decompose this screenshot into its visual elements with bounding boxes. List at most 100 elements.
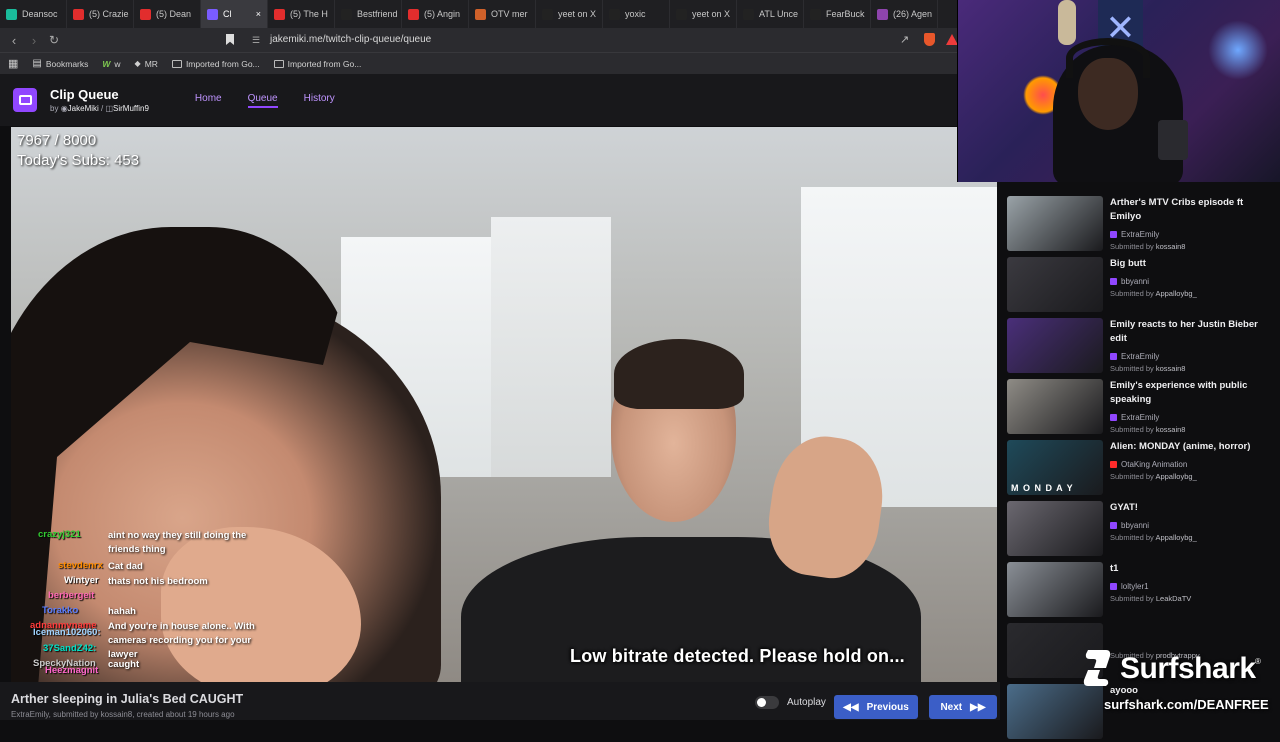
twitch-icon	[1110, 278, 1117, 285]
chat-username[interactable]: Heezmagnit	[45, 665, 98, 676]
streamer-webcam: ✕	[957, 0, 1280, 182]
browser-tab[interactable]: FearBuck	[804, 0, 871, 28]
apps-grid-icon[interactable]: ▦	[8, 57, 18, 70]
bookmark-mr[interactable]: ◆ MR	[135, 59, 158, 69]
queue-item[interactable]: Big butt bbyanni Submitted by Appalloybg_	[1007, 257, 1277, 315]
current-clip-title: Arther sleeping in Julia's Bed CAUGHT	[11, 692, 244, 706]
tab-close-icon[interactable]: ×	[256, 9, 261, 19]
queue-item[interactable]: Emily's experience with public speaking E…	[1007, 379, 1277, 437]
queue-item-submitter: Submitted by kossain8	[1110, 425, 1185, 434]
queue-item-title: GYAT!	[1110, 502, 1138, 513]
previous-button[interactable]: ◀◀ Previous	[834, 695, 918, 719]
twitch-icon	[1110, 583, 1117, 590]
author-jakemiki[interactable]: JakeMiki	[68, 104, 99, 113]
folder-icon	[273, 59, 284, 68]
tv-glyph-icon	[18, 95, 32, 105]
queue-item-title: ayooo	[1110, 685, 1138, 696]
reload-icon[interactable]: ↻	[44, 33, 64, 47]
browser-tab[interactable]: OTV mer	[469, 0, 536, 28]
browser-tab[interactable]: Deansoc	[0, 0, 67, 28]
queue-item[interactable]: Emily reacts to her Justin Bieber edit Ex…	[1007, 318, 1277, 376]
queue-thumbnail[interactable]	[1007, 684, 1103, 739]
site-settings-icon[interactable]: ☰	[252, 35, 260, 46]
browser-tab[interactable]: (5) Angin	[402, 0, 469, 28]
app-header: Clip Queue by ◉JakeMiki / ◫SirMuffin9 Ho…	[0, 74, 1000, 126]
chat-username[interactable]: Wintyer	[64, 575, 99, 586]
queue-thumbnail[interactable]	[1007, 257, 1103, 312]
chat-username[interactable]: 37SandZ42:	[43, 643, 96, 654]
tab-label: yeet on X	[692, 9, 731, 19]
current-clip-meta: ExtraEmily, submitted by kossain8, creat…	[11, 710, 235, 719]
nav-history[interactable]: History	[304, 93, 335, 108]
queue-item-submitter: Submitted by Appalloybg_	[1110, 472, 1197, 481]
chat-username[interactable]: stevdenrx	[58, 560, 103, 571]
github-icon: ◉	[60, 104, 68, 113]
neon-light-blue	[1208, 20, 1268, 80]
window-center	[491, 217, 611, 477]
queue-item-submitter: Submitted by kossain8	[1110, 242, 1185, 251]
queue-thumbnail[interactable]	[1007, 196, 1103, 251]
tab-favicon-icon	[73, 8, 84, 20]
queue-item-title: Alien: MONDAY (anime, horror)	[1110, 441, 1251, 452]
browser-tab[interactable]: (26) Agen	[871, 0, 938, 28]
bookmark-w[interactable]: Ww	[102, 59, 120, 69]
queue-thumbnail[interactable]	[1007, 501, 1103, 556]
forward-icon[interactable]: ›	[24, 33, 44, 48]
queue-thumbnail[interactable]: M O N D A Y	[1007, 440, 1103, 495]
queue-item[interactable]: ayooo	[1007, 684, 1277, 742]
submitter-name: kossain8	[1155, 364, 1186, 373]
chat-username[interactable]: Torakko	[42, 605, 78, 616]
submitted-by-label: Submitted by	[1110, 289, 1154, 298]
back-icon[interactable]: ‹	[4, 33, 24, 48]
author-sirmuffin[interactable]: SirMuffin9	[113, 104, 149, 113]
tab-favicon-icon	[542, 8, 553, 20]
share-icon[interactable]: ↗	[900, 33, 909, 46]
chat-username[interactable]: Iceman102060:	[33, 627, 101, 638]
browser-tab[interactable]: yeet on X	[670, 0, 737, 28]
bookmark-icon[interactable]	[226, 34, 234, 45]
autoplay-toggle[interactable]	[755, 696, 779, 709]
chat-username[interactable]: crazyj321	[38, 529, 81, 540]
twitch-icon	[1110, 353, 1117, 360]
tab-label: (26) Agen	[893, 9, 933, 19]
browser-tab[interactable]: (5) The H	[268, 0, 335, 28]
clip-queue-logo-icon[interactable]	[13, 88, 37, 112]
nav-home[interactable]: Home	[195, 93, 222, 108]
tab-favicon-icon	[408, 8, 419, 20]
browser-tab[interactable]: (5) Crazie	[67, 0, 134, 28]
tab-label: Bestfriend	[357, 9, 398, 19]
brave-shield-icon[interactable]	[924, 33, 935, 46]
submitted-by-label: Submitted by	[1110, 242, 1154, 251]
chat-message: And you're in house alone.. With cameras…	[108, 621, 255, 660]
queue-item[interactable]: t1 loltyler1 Submitted by LeakDaTV	[1007, 562, 1277, 620]
bookmark-imported-2[interactable]: Imported from Go...	[273, 59, 361, 69]
browser-tab[interactable]: (5) Dean	[134, 0, 201, 28]
browser-tab[interactable]: Bestfriend	[335, 0, 402, 28]
submitted-by-label: Submitted by	[1110, 472, 1154, 481]
queue-item[interactable]: M O N D A Y Alien: MONDAY (anime, horror)…	[1007, 440, 1277, 498]
tab-favicon-icon	[6, 8, 17, 20]
browser-tab[interactable]: Cl ×	[201, 0, 268, 28]
queue-thumbnail[interactable]	[1007, 318, 1103, 373]
chat-username[interactable]: berbergeit	[48, 590, 94, 601]
bookmark-imported-1[interactable]: Imported from Go...	[171, 59, 260, 69]
surfshark-name: Surfshark	[1120, 652, 1256, 685]
nav-queue[interactable]: Queue	[247, 93, 278, 108]
queue-thumbnail[interactable]	[1007, 562, 1103, 617]
queue-item[interactable]: GYAT! bbyanni Submitted by Appalloybg_	[1007, 501, 1277, 559]
browser-tab[interactable]: yoxic	[603, 0, 670, 28]
bookmark-bookmarks[interactable]: ▤ Bookmarks	[32, 58, 88, 69]
autoplay-control[interactable]: Autoplay	[755, 696, 826, 709]
url-field[interactable]: jakemiki.me/twitch-clip-queue/queue	[270, 34, 431, 45]
sub-goal: 7967 / 8000	[17, 132, 97, 149]
chat-overlay: crazyj321 aint no way they still doing th…	[0, 512, 300, 695]
mr-favicon-icon: ◆	[134, 59, 141, 68]
w-logo-icon: W	[102, 58, 111, 69]
queue-item[interactable]: Arther's MTV Cribs episode ft Emilyo Extr…	[1007, 196, 1277, 254]
browser-tab[interactable]: yeet on X	[536, 0, 603, 28]
chat-icon: ◫	[105, 104, 114, 113]
browser-tab[interactable]: ATL Unce	[737, 0, 804, 28]
queue-thumbnail[interactable]	[1007, 379, 1103, 434]
todays-subs: Today's Subs: 453	[17, 152, 140, 169]
next-button[interactable]: Next ▶▶	[929, 695, 997, 719]
